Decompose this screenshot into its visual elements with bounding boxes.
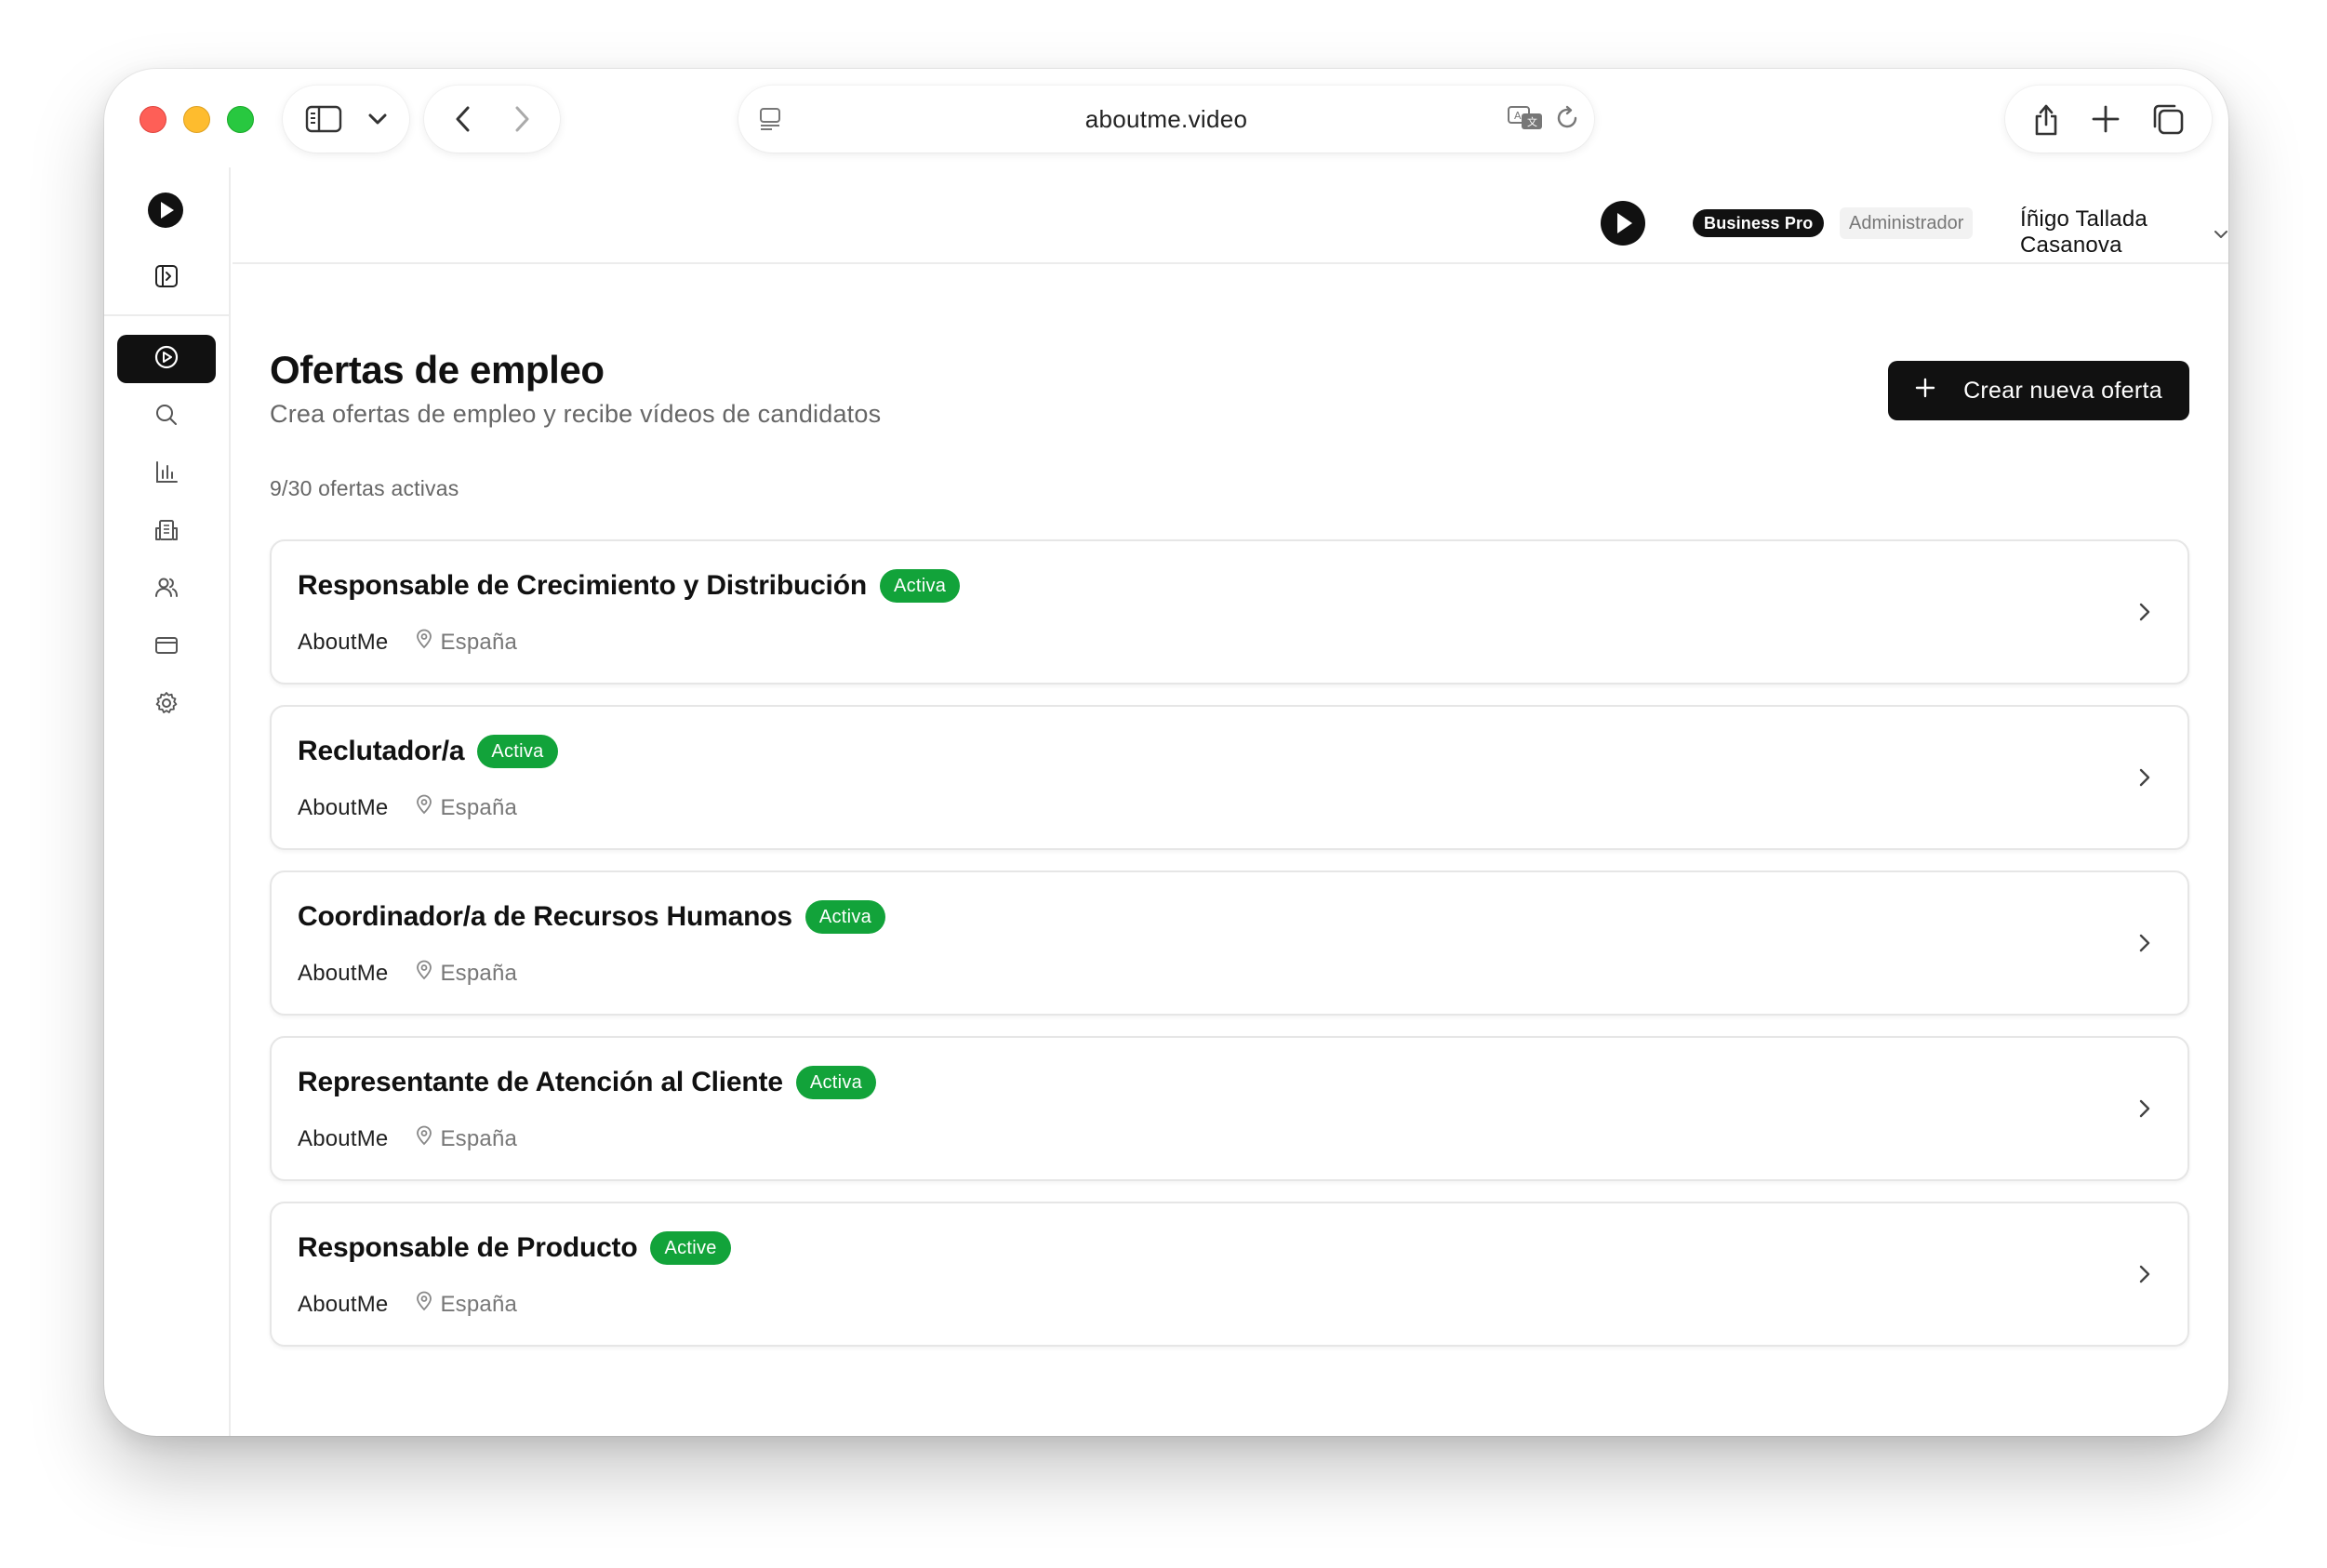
location-text: España (440, 794, 518, 820)
gear-icon (153, 690, 180, 721)
maximize-window-button[interactable] (227, 106, 254, 133)
chevron-right-icon (2137, 599, 2152, 630)
location-text: España (440, 1125, 518, 1151)
page-subtitle: Crea ofertas de empleo y recibe vídeos d… (270, 400, 882, 428)
job-title: Responsable de Crecimiento y Distribució… (298, 570, 867, 601)
browser-actions (2005, 86, 2212, 153)
url-text[interactable]: aboutme.video (1085, 105, 1247, 134)
location: España (416, 794, 517, 821)
location: España (416, 1125, 517, 1152)
plan-badge: Business Pro (1693, 209, 1825, 237)
location-text: España (440, 960, 518, 986)
sidebar-item-analytics[interactable] (117, 450, 216, 498)
page-menu-icon[interactable] (757, 106, 783, 137)
svg-text:A: A (1514, 110, 1522, 122)
job-offer-card[interactable]: Reclutador/a Activa AboutMe España (270, 705, 2189, 850)
location-text: España (440, 629, 518, 655)
sidebar-item-billing[interactable] (117, 623, 216, 671)
chevron-down-icon[interactable] (367, 113, 388, 126)
status-badge: Activa (879, 569, 961, 603)
svg-text:文: 文 (1527, 115, 1537, 128)
close-window-button[interactable] (140, 106, 166, 133)
collapse-sidebar-icon[interactable] (154, 264, 179, 293)
new-tab-plus-icon[interactable] (2091, 104, 2121, 134)
map-pin-icon (416, 960, 432, 987)
translate-icon[interactable]: A文 (1507, 104, 1544, 132)
location: España (416, 960, 517, 987)
company-name: AboutMe (298, 960, 389, 986)
app-header: Business Pro Administrador Íñigo Tallada… (233, 167, 2228, 264)
map-pin-icon (416, 629, 432, 656)
sidebar-nav (117, 335, 216, 738)
company-name: AboutMe (298, 629, 389, 655)
status-badge: Activa (477, 735, 558, 768)
sidebar-item-settings[interactable] (117, 681, 216, 729)
status-badge: Activa (795, 1066, 877, 1099)
create-offer-label: Crear nueva oferta (1963, 377, 2162, 404)
company-name: AboutMe (298, 794, 389, 820)
play-circle-icon (153, 344, 180, 375)
location: España (416, 1291, 517, 1318)
chevron-right-icon (2137, 930, 2152, 961)
status-badge: Activa (804, 900, 886, 934)
map-pin-icon (416, 1125, 432, 1152)
minimize-window-button[interactable] (183, 106, 210, 133)
user-name: Íñigo Tallada Casanova (2020, 206, 2147, 258)
app-logo-play-icon[interactable] (147, 192, 184, 233)
chevron-right-icon (2137, 764, 2152, 795)
app-sidebar (104, 167, 231, 1436)
address-bar-actions: A文 (1507, 104, 1581, 132)
plus-icon (1915, 378, 1935, 405)
sidebar-controls (283, 86, 409, 153)
sidebar-item-search[interactable] (117, 392, 216, 441)
address-bar[interactable]: aboutme.video A文 (738, 86, 1594, 153)
location-text: España (440, 1291, 518, 1317)
bar-chart-icon (153, 459, 180, 490)
active-offers-count: 9/30 ofertas activas (270, 476, 459, 500)
building-icon (153, 517, 180, 548)
search-icon (153, 402, 180, 432)
job-title: Coordinador/a de Recursos Humanos (298, 901, 792, 932)
job-offer-card[interactable]: Coordinador/a de Recursos Humanos Activa… (270, 870, 2189, 1016)
company-name: AboutMe (298, 1291, 389, 1317)
back-button[interactable] (454, 104, 472, 134)
sidebar-item-company[interactable] (117, 508, 216, 556)
job-offer-card[interactable]: Responsable de Producto Active AboutMe E… (270, 1202, 2189, 1347)
forward-button[interactable] (512, 104, 531, 134)
sidebar-header (104, 167, 229, 316)
job-title: Reclutador/a (298, 736, 465, 766)
browser-toolbar: aboutme.video A文 (104, 69, 2228, 167)
chevron-right-icon (2137, 1261, 2152, 1292)
job-offers-list: Responsable de Crecimiento y Distribució… (270, 539, 2189, 1367)
job-title: Responsable de Producto (298, 1232, 638, 1263)
sidebar-item-users[interactable] (117, 565, 216, 614)
chevron-down-icon (2214, 219, 2228, 246)
create-offer-button[interactable]: Crear nueva oferta (1888, 361, 2189, 420)
company-name: AboutMe (298, 1125, 389, 1151)
sidebar-icon[interactable] (305, 104, 342, 134)
users-icon (153, 575, 180, 605)
location: España (416, 629, 517, 656)
role-badge: Administrador (1840, 207, 1974, 239)
credit-card-icon (153, 632, 180, 663)
page-title: Ofertas de empleo (270, 348, 605, 392)
share-icon[interactable] (2031, 100, 2061, 138)
window-controls (140, 106, 254, 133)
user-menu[interactable]: Íñigo Tallada Casanova (2020, 206, 2228, 259)
navigation-controls (424, 86, 560, 153)
tabs-overview-icon[interactable] (2150, 102, 2186, 136)
reload-icon[interactable] (1555, 104, 1581, 132)
map-pin-icon (416, 1291, 432, 1318)
job-offer-card[interactable]: Responsable de Crecimiento y Distribució… (270, 539, 2189, 684)
status-badge: Active (650, 1231, 731, 1265)
browser-window: aboutme.video A文 Business Pro Administra… (104, 69, 2228, 1436)
map-pin-icon (416, 794, 432, 821)
sidebar-item-videos[interactable] (117, 335, 216, 383)
job-offer-card[interactable]: Representante de Atención al Cliente Act… (270, 1036, 2189, 1181)
job-title: Representante de Atención al Cliente (298, 1067, 783, 1097)
chevron-right-icon (2137, 1096, 2152, 1126)
play-logo-icon (1600, 200, 1646, 251)
